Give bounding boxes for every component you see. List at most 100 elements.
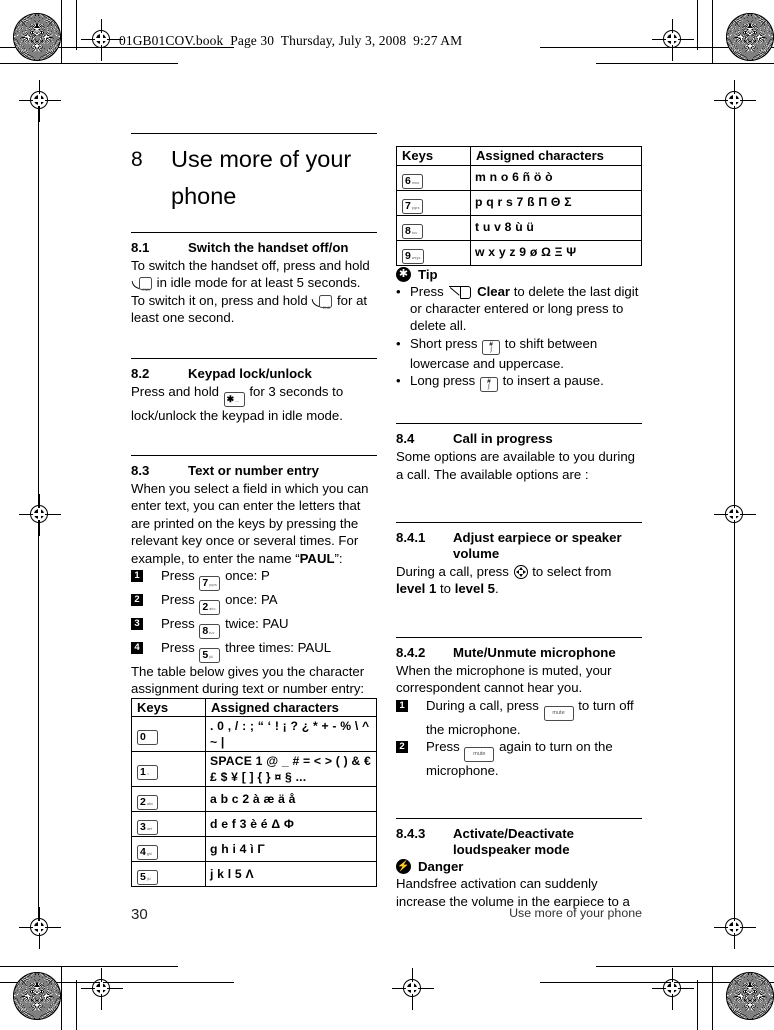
s841-text-c: to	[440, 581, 452, 597]
tip-text: Press Clear to delete the last digit or …	[410, 283, 642, 335]
mute-key-icon: mute	[543, 705, 574, 721]
crop-box-bottom-right-v2	[712, 966, 714, 1030]
section-number-82: 8.2	[131, 365, 150, 381]
key-digit: 7	[405, 199, 411, 212]
tip-note-header: Tip	[396, 266, 642, 282]
section-rule-81	[131, 232, 377, 233]
key-5-icon: 5jkl	[137, 870, 158, 886]
section-title-83: Text or number entry	[188, 463, 319, 479]
step-post: three times: PAUL	[225, 640, 332, 656]
key-sublabel: pqrs	[411, 205, 420, 210]
page-footer: 30 Use more of your phone	[131, 906, 642, 923]
tip-pre: Long press	[410, 373, 476, 389]
section-82-paragraph: Press and hold ✱— for 3 seconds to lock/…	[131, 383, 377, 424]
key-sublabel: def	[146, 827, 153, 832]
section-title-81: Switch the handset off/on	[188, 240, 349, 255]
step-post: once: P	[225, 568, 270, 584]
table-row: 6mno m n o 6 ñ ö ò	[396, 164, 642, 191]
step-number: 1	[131, 570, 143, 583]
key-digit: 3	[140, 821, 146, 834]
crop-line-top-left-v	[76, 0, 78, 50]
crop-line-top-right-h	[596, 63, 774, 65]
section-title-842: Mute/Unmute microphone	[453, 644, 616, 660]
footer-page-number: 30	[131, 906, 148, 923]
key-digit: 4	[140, 846, 146, 859]
registration-mark-right-middle	[714, 494, 756, 536]
step-number: 1	[396, 699, 408, 712]
section-rule-842	[396, 636, 642, 638]
list-item: • Short press # ʃ to shift between lowerc…	[396, 335, 642, 372]
section-84-paragraph: Some options are available to you during…	[396, 449, 635, 482]
tip-pre: Short press	[410, 335, 478, 351]
right-column: Keys Assigned characters 6mno m n o 6 ñ …	[396, 146, 642, 910]
registration-mark-left-lower	[19, 907, 61, 949]
section-title-843-line2: loudspeaker mode	[453, 842, 570, 858]
tip-list: • Press Clear to delete the last digit o…	[396, 283, 642, 393]
table-header-chars: Assigned characters	[205, 697, 377, 718]
key-8-icon: 8tuv	[199, 624, 221, 640]
section-title-841-line1: Adjust earpiece or speaker	[453, 529, 622, 545]
list-item: 4 Press 5jkl three times: PAUL	[131, 639, 377, 664]
section-title-82: Keypad lock/unlock	[188, 365, 312, 381]
table-header-row: Keys Assigned characters	[396, 146, 642, 166]
table-cell-key: 6mno	[396, 164, 471, 191]
tip-post: to insert a pause.	[502, 373, 604, 389]
tip-bold: Clear	[477, 283, 511, 299]
table-cell-key: 9wxyz	[396, 239, 471, 266]
key-digit: 6	[405, 174, 411, 187]
registration-mark-left-middle	[19, 494, 61, 536]
chapter-heading: 8 Use more of your phone	[131, 141, 377, 215]
key-sublabel: jkl	[146, 877, 151, 882]
bullet-icon: •	[396, 283, 401, 299]
section-title-841: Adjust earpiece or speaker volume	[453, 530, 642, 562]
table-row: 2abc a b c 2 à æ ä å	[131, 786, 377, 813]
table-cell-chars: a b c 2 à æ ä å	[205, 786, 377, 813]
bullet-icon: •	[396, 335, 401, 351]
section-title-841-line2: volume	[453, 545, 500, 561]
section-83-paragraph-2: The table below gives you the character …	[131, 664, 365, 697]
registration-mark-bottom-right	[652, 968, 694, 1010]
crop-box-top-right-v2	[712, 0, 714, 63]
step-post: twice: PAU	[225, 616, 289, 632]
step-text: Press mute again to turn on the micropho…	[408, 738, 642, 779]
table-cell-key: 8tuv	[396, 214, 471, 241]
list-item: • Long press # ʃ to insert a pause.	[396, 372, 642, 393]
tip-post: to delete the last digit or character en…	[410, 283, 639, 334]
table-row: 7pqrs p q r s 7 ß Π Θ Σ	[396, 189, 642, 216]
table-cell-chars: m n o 6 ñ ö ò	[470, 164, 642, 191]
step-text: Press 8tuv twice: PAU	[143, 615, 377, 640]
section-number-843: 8.4.3	[396, 826, 426, 842]
tip-label: Tip	[418, 266, 438, 282]
section-number-84: 8.4	[396, 431, 415, 447]
key-1-icon: 1⌂	[137, 765, 158, 781]
s82-text-a: Press and hold	[131, 383, 219, 399]
section-heading-82: 8.2 Keypad lock/unlock	[131, 366, 377, 382]
star-key-icon: ✱—	[223, 391, 245, 407]
table-cell-key: 2abc	[131, 786, 206, 813]
table-cell-key: 4ghi	[131, 836, 206, 863]
key-6-icon: 6mno	[402, 173, 423, 189]
s83-text-bold: PAUL	[299, 550, 335, 566]
key-3-icon: 3def	[137, 820, 158, 836]
chapter-title-line1: Use more of your	[171, 146, 352, 172]
section-number-842: 8.4.2	[396, 644, 426, 660]
s841-text-d: .	[495, 581, 499, 597]
s81-text-a: To switch the handset off, press and hol…	[131, 258, 370, 273]
key-sublabel: ⌂	[146, 772, 150, 777]
color-rosette-bottom-right	[726, 972, 774, 1020]
section-number-81: 8.1	[131, 240, 150, 255]
section-843-paragraph: Handsfree activation can suddenly increa…	[396, 876, 630, 909]
s841-text-a: During a call, press	[396, 563, 509, 579]
table-cell-chars: . 0 , / : ; “ ‘ ! ¡ ? ¿ * + - % \ ^ ~ |	[205, 716, 377, 753]
mute-key-icon: mute	[464, 746, 495, 762]
table-row: 3def d e f 3 è é Δ Φ	[131, 811, 377, 838]
tip-text: Short press # ʃ to shift between lowercas…	[410, 335, 642, 372]
chapter-number: 8	[131, 148, 143, 171]
section-heading-843: 8.4.3 Activate/Deactivate loudspeaker mo…	[396, 826, 642, 858]
section-842-paragraph: When the microphone is muted, your corre…	[396, 662, 612, 696]
step-post: once: PA	[225, 592, 278, 608]
key-2-icon: 2abc	[199, 600, 221, 616]
chapter-rule	[131, 133, 377, 134]
table-row: 1⌂ SPACE 1 @ _ # = < > ( ) & € £ $ ¥ [ ]…	[131, 751, 377, 788]
step-number: 2	[396, 740, 408, 753]
